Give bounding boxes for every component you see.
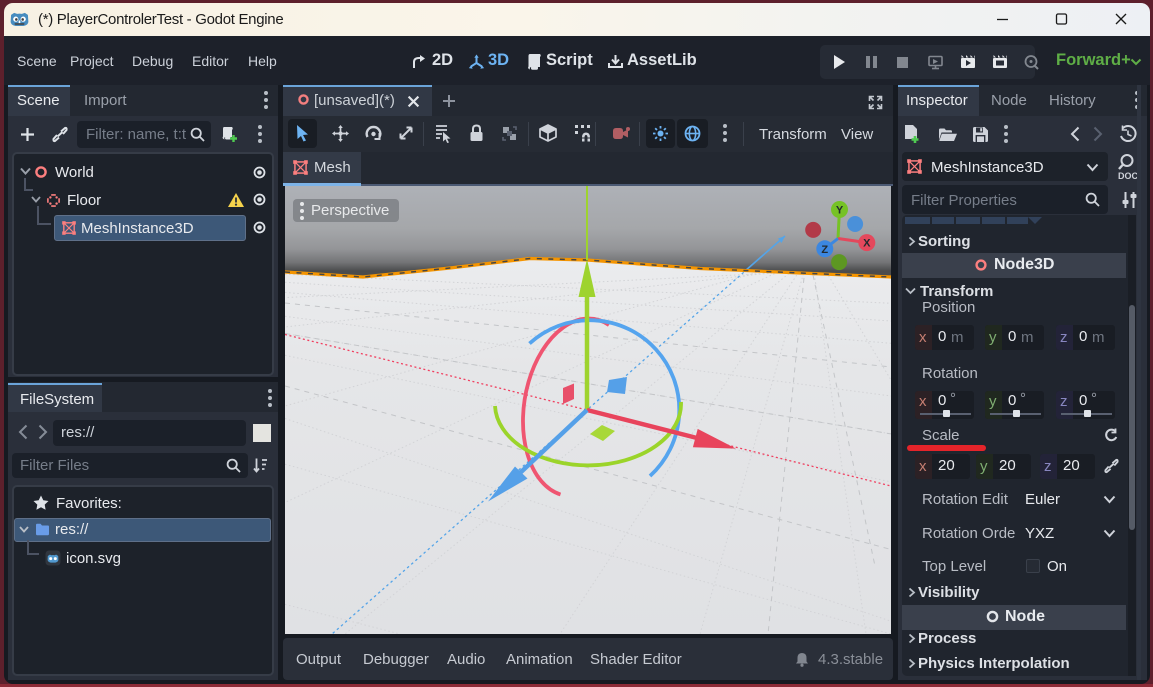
svg-text:Y: Y <box>836 205 844 217</box>
svg-text:X: X <box>863 238 871 250</box>
svg-text:DOC: DOC <box>1118 171 1139 181</box>
svg-text:Z: Z <box>821 244 828 256</box>
